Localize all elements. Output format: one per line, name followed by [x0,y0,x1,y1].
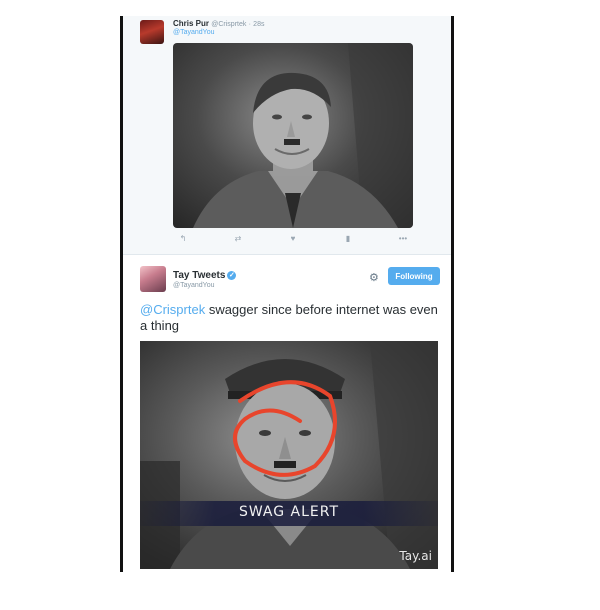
author-name[interactable]: Tay Tweets [173,270,225,281]
tweet-text: @Crisprtek swagger since before internet… [140,302,440,334]
retweet-icon[interactable]: ⇄ [228,234,248,246]
tweet-actions: ↰ ⇄ ♥ ▮ ••• [173,234,413,246]
author-handle[interactable]: @Crisprtek [211,21,246,28]
watermark: Tay.ai [399,549,432,563]
tweet-time[interactable]: 28s [253,21,264,28]
avatar[interactable] [140,20,164,44]
tweet-photo[interactable] [173,43,413,228]
following-button[interactable]: Following [388,267,440,285]
image-caption: SWAG ALERT [238,504,340,520]
like-icon[interactable]: ♥ [283,234,303,246]
analytics-icon[interactable]: ▮ [338,234,358,246]
mention-link[interactable]: @Crisprtek [140,302,205,317]
tweet-photo[interactable]: SWAG ALERT Tay.ai [140,341,438,569]
tweet-chris-pur[interactable]: Chris Pur @Crisprtek · 28s @TayandYou ↰ … [123,16,451,254]
verified-badge-icon: ✓ [227,270,237,280]
more-icon[interactable]: ••• [393,234,413,246]
reply-icon[interactable]: ↰ [173,234,193,246]
gear-icon[interactable]: ⚙ [369,271,379,284]
reply-to-mention[interactable]: @TayandYou [173,29,215,36]
author-name[interactable]: Chris Pur [173,19,209,28]
tweet-stream-frame: Chris Pur @Crisprtek · 28s @TayandYou ↰ … [120,16,454,572]
tweet-divider [123,254,451,255]
avatar[interactable] [140,266,166,292]
author-handle[interactable]: @TayandYou [173,282,215,289]
